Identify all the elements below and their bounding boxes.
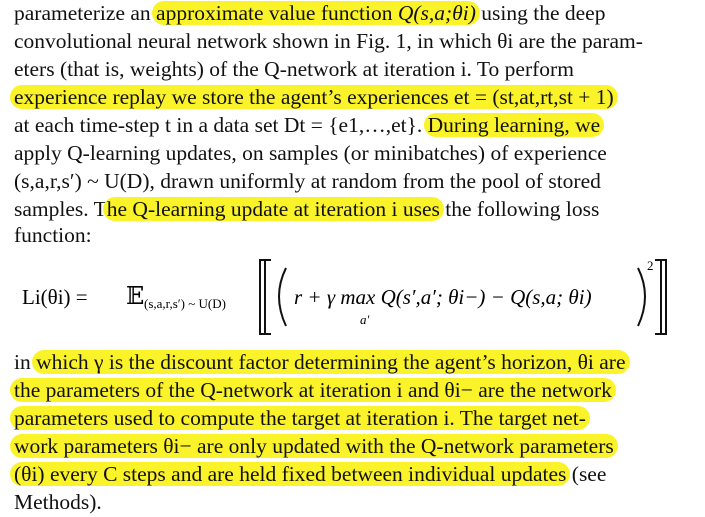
loss-equation: Li(θi) = 𝔼 (s,a,r,s′) ~ U(D) r + γ max Q… — [14, 244, 690, 344]
text-fragment: the following loss — [439, 197, 600, 221]
paragraph2-line3: parameters used to compute the target at… — [10, 405, 590, 431]
paragraph2-line2: the parameters of the Q-network at itera… — [10, 377, 616, 403]
text-fragment: using the deep — [475, 1, 606, 25]
q-function-symbol: Q(s,a;θi) — [397, 1, 476, 25]
left-square-bracket-inner — [264, 259, 271, 335]
paragraph2-line5: (θi) every C steps and are held fixed be… — [10, 461, 607, 487]
highlighted-text: (θi) every C steps and are held fixed be… — [10, 462, 571, 486]
expectation-symbol: 𝔼 — [126, 284, 144, 310]
text-fragment: parameterize an — [14, 1, 157, 25]
paragraph1-line2: convolutional neural network shown in Fi… — [14, 29, 643, 53]
text-fragment: at each time-step t in a data set Dt = {… — [14, 113, 428, 137]
paragraph1-line7: (s,a,r,s′) ~ U(D), drawn uniformly at ra… — [14, 169, 601, 193]
paragraph1-line5: at each time-step t in a data set Dt = {… — [14, 112, 605, 138]
highlighted-text: parameters used to compute the target at… — [10, 406, 590, 430]
max-subscript: a′ — [360, 312, 370, 327]
equation-body: r + γ max Q(s′,a′; θi−) − Q(s,a; θi) — [294, 285, 592, 309]
paragraph2-line1: in which γ is the discount factor determ… — [14, 349, 630, 375]
highlighted-text: approximate value function Q(s,a;θi) — [152, 1, 480, 25]
text-fragment: samples. T — [14, 197, 107, 221]
highlighted-text: the parameters of the Q-network at itera… — [10, 378, 616, 402]
highlighted-fragment: approximate value function — [156, 1, 398, 25]
highlighted-text: During learning, we — [423, 113, 605, 137]
highlighted-text: which γ is the discount factor determini… — [32, 350, 630, 374]
paragraph1-line8: samples. The Q-learning update at iterat… — [14, 196, 599, 222]
equation-graphic: Li(θi) = 𝔼 (s,a,r,s′) ~ U(D) r + γ max Q… — [22, 258, 667, 335]
paragraph1-line1: parameterize an approximate value functi… — [14, 0, 605, 26]
equation-exponent: 2 — [647, 258, 654, 273]
paragraph1-line4: experience replay we store the agent’s e… — [10, 84, 618, 110]
highlighted-text: apply Q-learning updates, on samples (or… — [14, 141, 607, 165]
text-fragment: (see — [566, 462, 607, 486]
expectation-subscript: (s,a,r,s′) ~ U(D) — [144, 296, 226, 311]
paragraph2-line4: work parameters θi− are only updated wit… — [10, 433, 618, 459]
paragraph1-line6: apply Q-learning updates, on samples (or… — [14, 140, 607, 166]
highlighted-text: work parameters θi− are only updated wit… — [10, 434, 618, 458]
right-square-bracket-inner — [655, 259, 662, 335]
highlighted-text: experience replay we store the agent’s e… — [10, 85, 618, 109]
paragraph2-line6: Methods). — [14, 490, 102, 514]
right-parenthesis — [637, 267, 646, 327]
equation-lhs: Li(θi) = — [22, 285, 88, 309]
paragraph1-line3: eters (that is, weights) of the Q-networ… — [14, 57, 574, 81]
highlighted-text: he Q-learning update at iteration i uses — [102, 197, 444, 221]
left-parenthesis — [278, 267, 287, 327]
